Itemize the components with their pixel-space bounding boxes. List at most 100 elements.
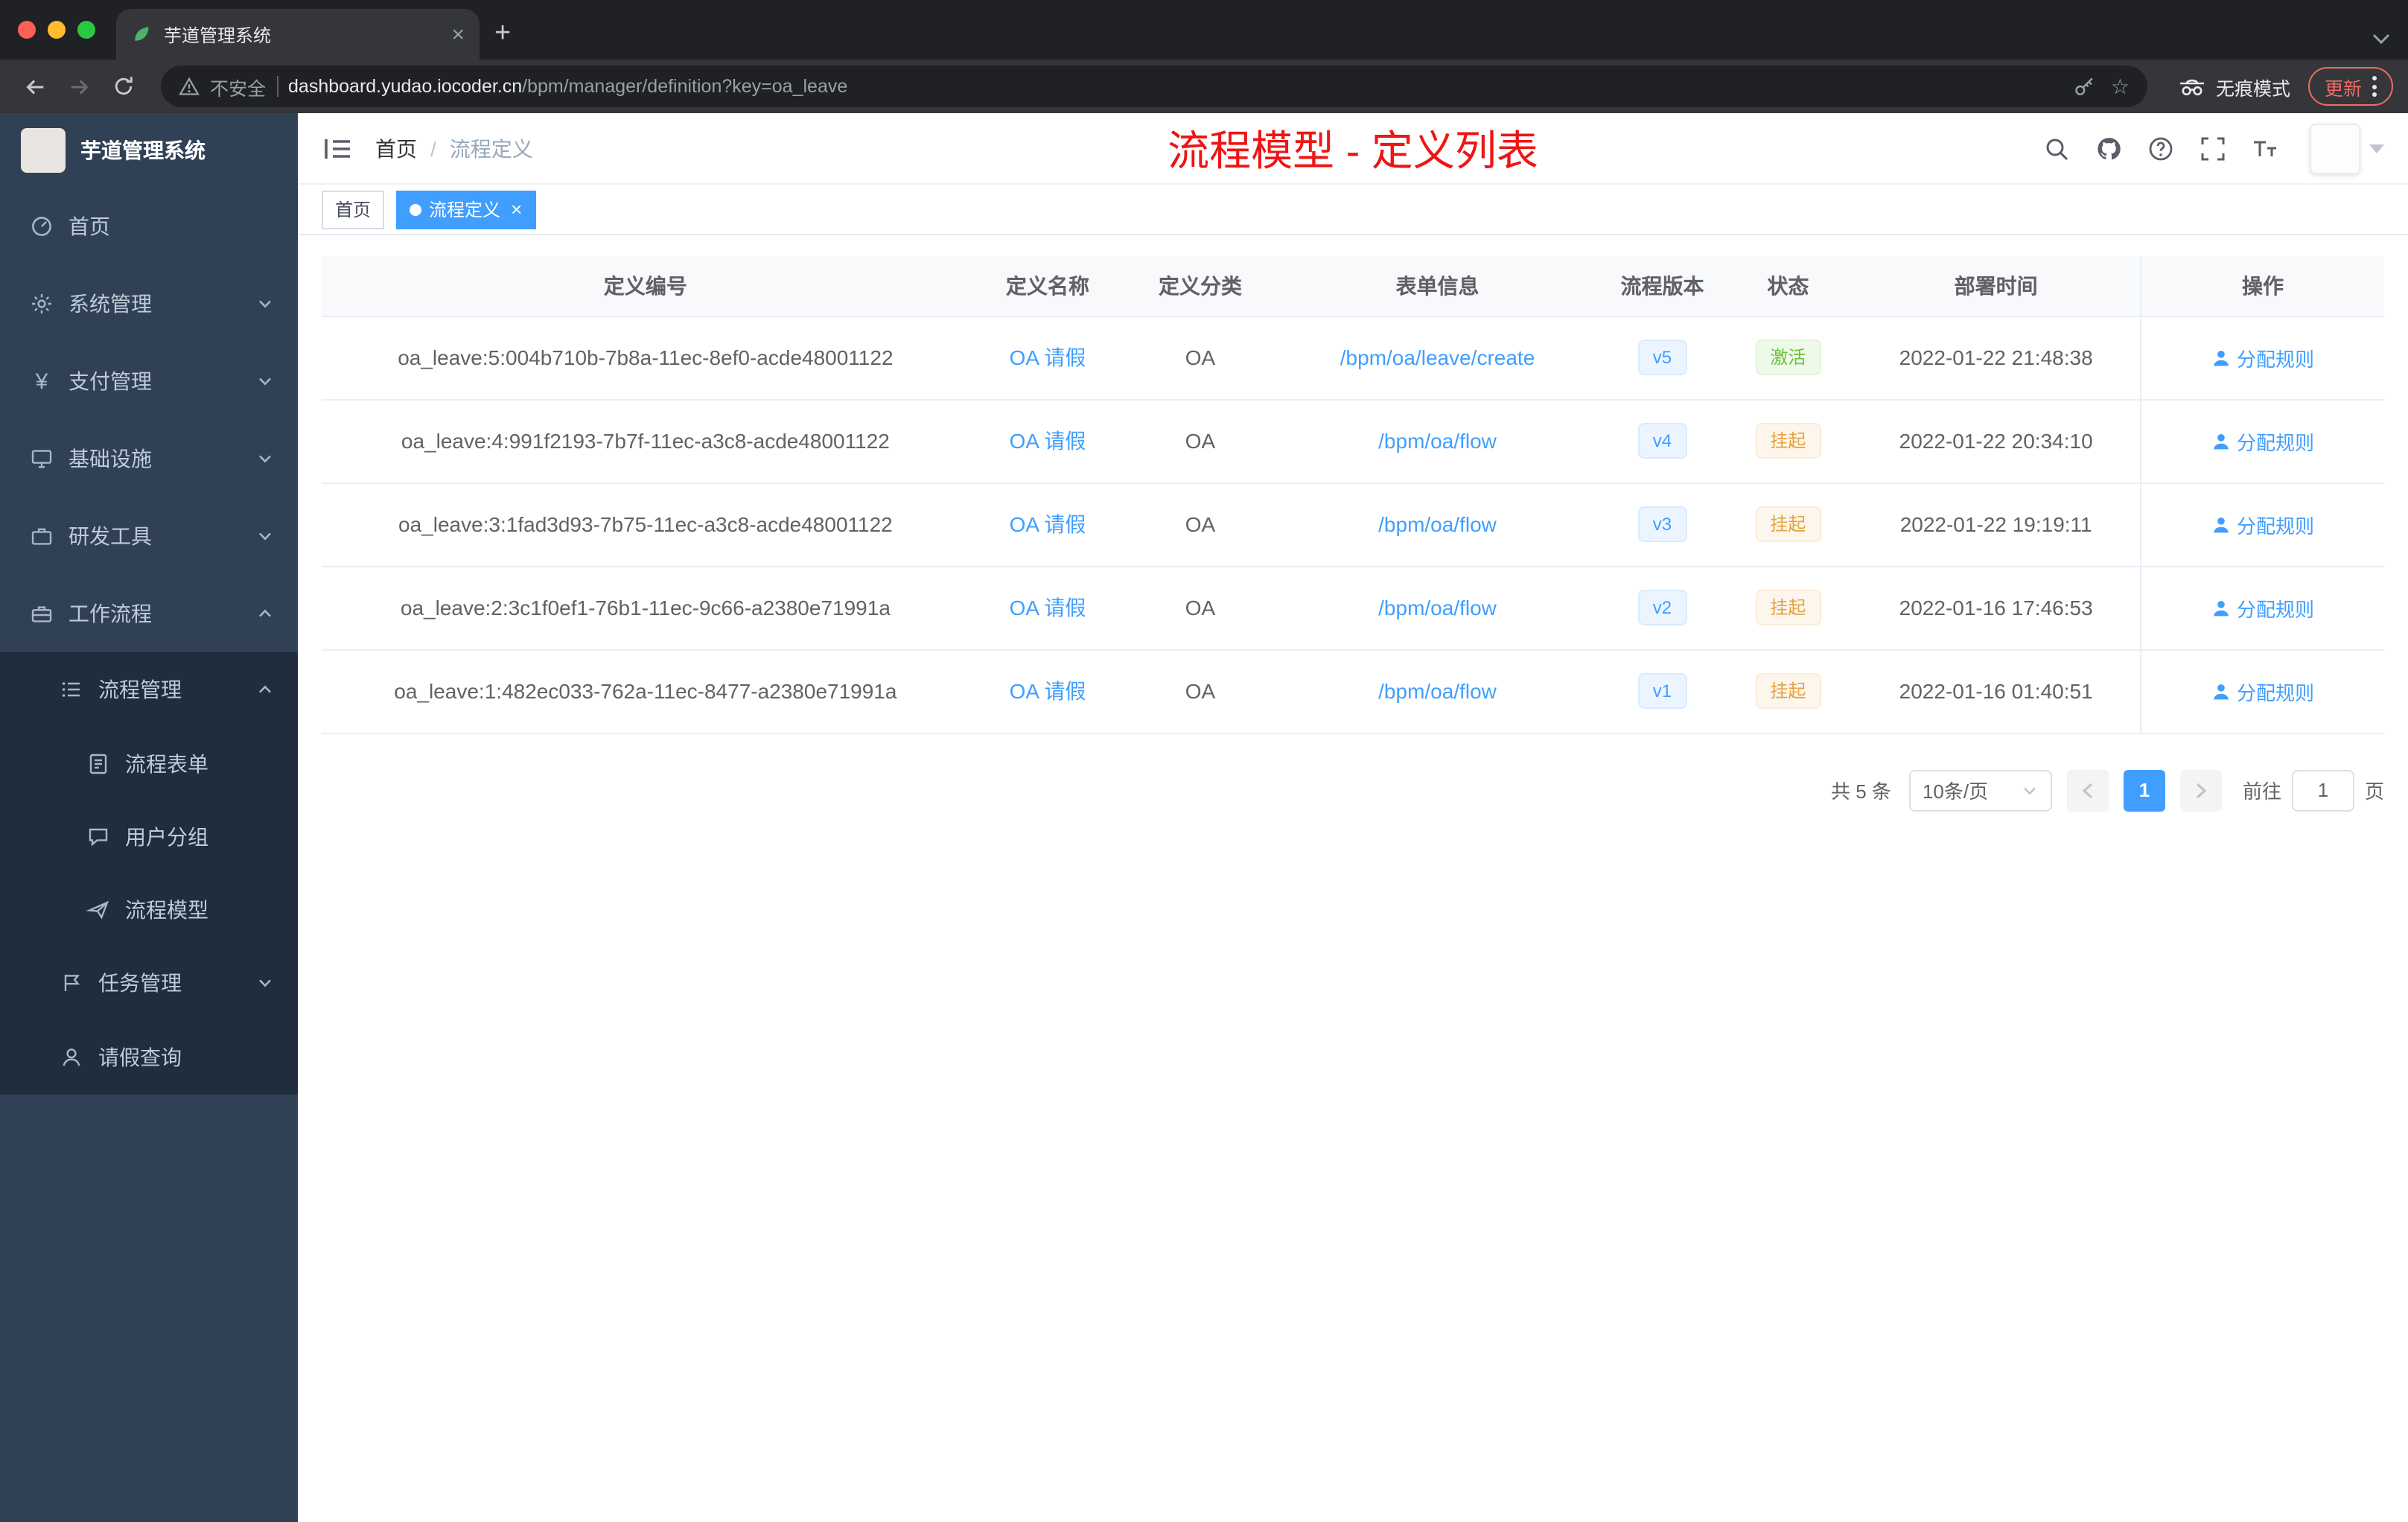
page-number-button[interactable]: 1 bbox=[2123, 769, 2165, 811]
assign-rule-link[interactable]: 分配规则 bbox=[2211, 510, 2314, 538]
list-icon bbox=[62, 682, 80, 697]
back-button[interactable] bbox=[15, 67, 54, 106]
hamburger-icon[interactable] bbox=[322, 132, 354, 165]
definition-name-link[interactable]: OA 请假 bbox=[1010, 429, 1086, 453]
version-badge: v5 bbox=[1637, 340, 1687, 375]
form-link[interactable]: /bpm/oa/leave/create bbox=[1340, 346, 1535, 369]
definition-id-cell: oa_leave:1:482ec033-762a-11ec-8477-a2380… bbox=[322, 649, 969, 733]
tag-close-icon[interactable]: × bbox=[511, 200, 522, 219]
help-icon[interactable] bbox=[2147, 135, 2174, 162]
column-header: 表单信息 bbox=[1274, 256, 1601, 316]
sidebar-item-task-mgmt[interactable]: 任务管理 bbox=[0, 946, 298, 1020]
new-tab-button[interactable]: + bbox=[494, 18, 511, 51]
yen-icon: ¥ bbox=[35, 369, 48, 394]
github-icon[interactable] bbox=[2095, 135, 2122, 162]
column-header: 定义分类 bbox=[1126, 256, 1275, 316]
assign-rule-link[interactable]: 分配规则 bbox=[2211, 427, 2314, 455]
url-text[interactable]: dashboard.yudao.iocoder.cn/bpm/manager/d… bbox=[288, 76, 2063, 97]
user-menu[interactable] bbox=[2310, 123, 2384, 173]
next-page-button[interactable] bbox=[2179, 769, 2222, 811]
avatar[interactable] bbox=[2310, 123, 2360, 173]
form-link[interactable]: /bpm/oa/flow bbox=[1378, 596, 1497, 620]
chevron-down-icon bbox=[259, 300, 271, 308]
incognito-label: 无痕模式 bbox=[2215, 78, 2290, 99]
browser-menu-icon[interactable] bbox=[2372, 76, 2377, 97]
status-badge: 挂起 bbox=[1755, 423, 1821, 459]
toolbox-icon bbox=[31, 528, 52, 545]
definition-name-link[interactable]: OA 请假 bbox=[1010, 679, 1086, 703]
prev-page-button[interactable] bbox=[2066, 769, 2109, 811]
update-chrome-button[interactable]: 更新 bbox=[2307, 67, 2393, 106]
goto-page-input[interactable] bbox=[2291, 769, 2354, 811]
version-badge: v1 bbox=[1637, 673, 1687, 709]
search-icon[interactable] bbox=[2043, 135, 2070, 162]
definition-name-link[interactable]: OA 请假 bbox=[1010, 346, 1086, 369]
breadcrumb: 首页 / 流程定义 bbox=[375, 133, 533, 163]
page-size-select[interactable]: 10条/页 bbox=[1908, 769, 2052, 811]
password-key-icon[interactable] bbox=[2074, 74, 2098, 98]
form-link[interactable]: /bpm/oa/flow bbox=[1378, 679, 1497, 703]
table-row: oa_leave:4:991f2193-7b7f-11ec-a3c8-acde4… bbox=[322, 399, 2384, 483]
refresh-button[interactable] bbox=[104, 67, 143, 106]
sidebar: 芋道管理系统 首页 系统管理 ¥ 支付管理 基础设施 研发工具 工作流程 流程管… bbox=[0, 113, 298, 1522]
sidebar-item-process-form[interactable]: 流程表单 bbox=[0, 727, 298, 800]
sidebar-item-workflow[interactable]: 工作流程 bbox=[0, 575, 298, 652]
definition-table: 定义编号 定义名称 定义分类 表单信息 流程版本 状态 部署时间 操作 oa_leave:5:… bbox=[322, 256, 2384, 733]
breadcrumb-separator: / bbox=[430, 136, 436, 160]
zoom-window-button[interactable] bbox=[77, 21, 95, 39]
form-link[interactable]: /bpm/oa/flow bbox=[1378, 429, 1497, 453]
assign-rule-link[interactable]: 分配规则 bbox=[2211, 677, 2314, 705]
menu-label: 用户分组 bbox=[125, 824, 208, 848]
tab-search-chevron-icon[interactable] bbox=[2372, 33, 2390, 45]
page-content: 定义编号 定义名称 定义分类 表单信息 流程版本 状态 部署时间 操作 oa_leave:5:… bbox=[298, 235, 2408, 1522]
user-icon bbox=[2213, 516, 2229, 532]
security-label[interactable]: 不安全 bbox=[210, 72, 266, 101]
close-window-button[interactable] bbox=[18, 21, 36, 39]
tab-close-icon[interactable]: × bbox=[451, 23, 465, 45]
minimize-window-button[interactable] bbox=[48, 21, 66, 39]
bookmark-star-icon[interactable]: ☆ bbox=[2111, 74, 2130, 99]
menu-label: 系统管理 bbox=[69, 292, 152, 316]
menu-label: 流程管理 bbox=[98, 678, 182, 701]
form-link[interactable]: /bpm/oa/flow bbox=[1378, 512, 1497, 536]
tag-process-definition[interactable]: 流程定义 × bbox=[396, 190, 536, 229]
category-cell: OA bbox=[1126, 649, 1275, 733]
user-icon bbox=[2213, 599, 2229, 616]
deploy-time-cell: 2022-01-16 01:40:51 bbox=[1852, 649, 2141, 733]
paper-plane-icon bbox=[86, 899, 109, 919]
assign-rule-link[interactable]: 分配规则 bbox=[2211, 593, 2314, 622]
address-bar[interactable]: 不安全 dashboard.yudao.iocoder.cn/bpm/manag… bbox=[161, 66, 2147, 107]
category-cell: OA bbox=[1126, 399, 1275, 483]
definition-name-link[interactable]: OA 请假 bbox=[1010, 512, 1086, 536]
font-size-icon[interactable] bbox=[2252, 135, 2278, 162]
sidebar-item-process-model[interactable]: 流程模型 bbox=[0, 873, 298, 946]
document-icon bbox=[89, 753, 107, 774]
logo-avatar bbox=[21, 128, 66, 173]
sidebar-item-infrastructure[interactable]: 基础设施 bbox=[0, 420, 298, 497]
forward-button[interactable] bbox=[60, 67, 98, 106]
deploy-time-cell: 2022-01-22 19:19:11 bbox=[1852, 483, 2141, 567]
tab-title: 芋道管理系统 bbox=[164, 25, 272, 45]
tag-home[interactable]: 首页 bbox=[322, 190, 385, 229]
app-logo[interactable]: 芋道管理系统 bbox=[0, 113, 298, 188]
sidebar-item-home[interactable]: 首页 bbox=[0, 188, 298, 265]
sidebar-item-payment-mgmt[interactable]: ¥ 支付管理 bbox=[0, 343, 298, 420]
fullscreen-icon[interactable] bbox=[2200, 135, 2226, 162]
assign-rule-link[interactable]: 分配规则 bbox=[2211, 343, 2314, 372]
sidebar-item-user-group[interactable]: 用户分组 bbox=[0, 800, 298, 873]
browser-tab[interactable]: 芋道管理系统 × bbox=[116, 9, 480, 60]
breadcrumb-home[interactable]: 首页 bbox=[375, 133, 417, 163]
sidebar-item-leave-query[interactable]: 请假查询 bbox=[0, 1020, 298, 1095]
update-label: 更新 bbox=[2324, 78, 2362, 99]
category-cell: OA bbox=[1126, 483, 1275, 567]
chat-bubble-icon bbox=[89, 827, 108, 846]
definition-name-link[interactable]: OA 请假 bbox=[1010, 596, 1086, 620]
menu-label: 支付管理 bbox=[69, 369, 152, 393]
assign-rule-label: 分配规则 bbox=[2237, 681, 2315, 704]
sidebar-item-dev-tools[interactable]: 研发工具 bbox=[0, 497, 298, 575]
table-row: oa_leave:2:3c1f0ef1-76b1-11ec-9c66-a2380… bbox=[322, 566, 2384, 650]
sidebar-item-system-mgmt[interactable]: 系统管理 bbox=[0, 265, 298, 343]
url-host: dashboard.yudao.iocoder.cn bbox=[288, 76, 523, 97]
version-badge: v2 bbox=[1637, 590, 1687, 625]
sidebar-item-process-mgmt[interactable]: 流程管理 bbox=[0, 652, 298, 727]
